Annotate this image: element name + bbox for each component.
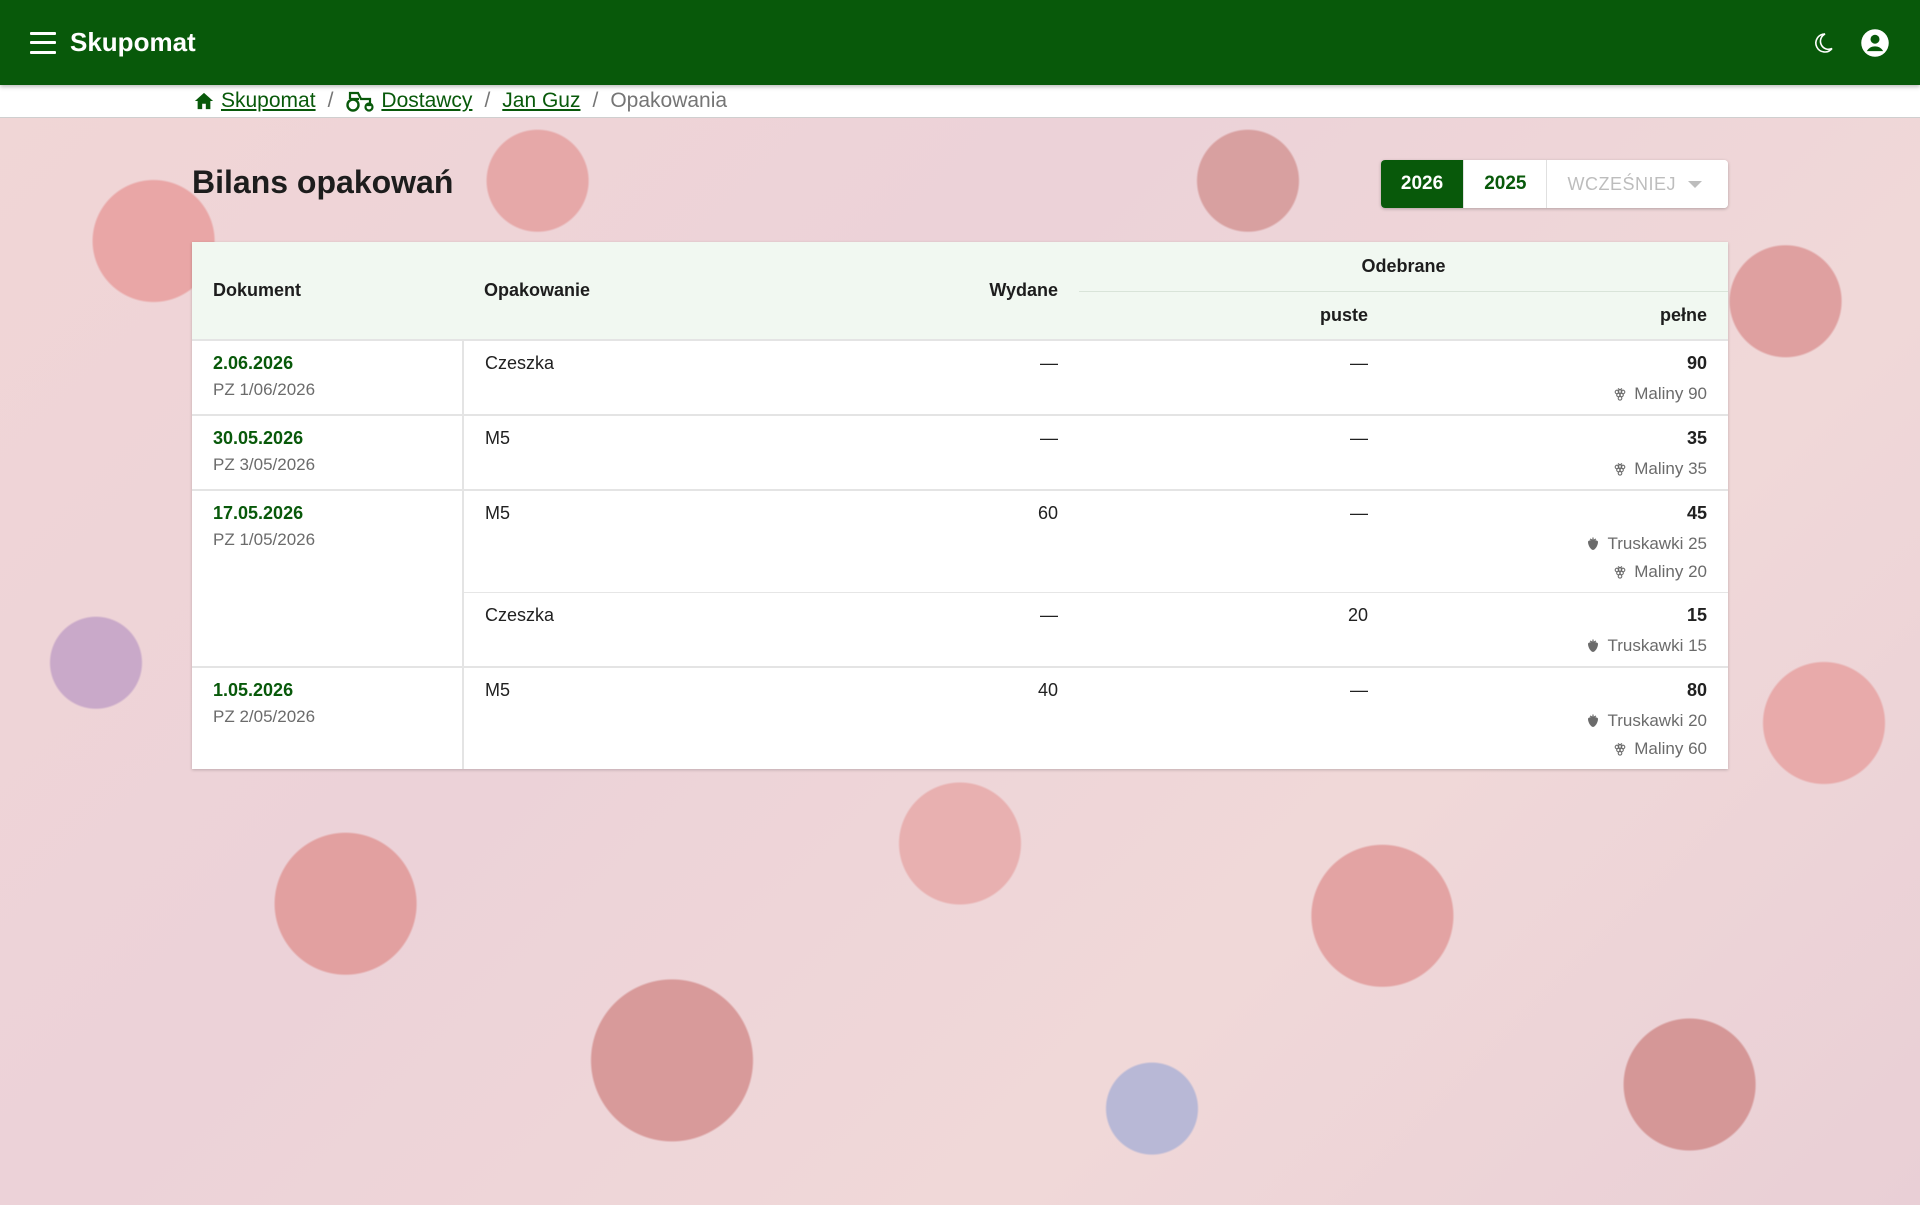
raspberry-icon bbox=[1612, 386, 1628, 402]
earlier-years-dropdown[interactable]: WCZEŚNIEJ bbox=[1547, 160, 1728, 208]
breadcrumb-separator: / bbox=[484, 89, 491, 112]
home-icon bbox=[194, 92, 214, 110]
packaging-cell: Czeszka bbox=[463, 592, 793, 667]
column-header-dokument: Dokument bbox=[192, 242, 463, 340]
fruit-breakdown: Truskawki 15 bbox=[1389, 636, 1707, 656]
full-returned-total: 35 bbox=[1686, 428, 1707, 448]
table-row: 1.05.2026 PZ 2/05/2026 M5 40— 80 Truskawk… bbox=[192, 666, 1728, 769]
packaging-table: Dokument Opakowanie Wydane Odebrane pust… bbox=[192, 242, 1728, 769]
full-returned-total: 80 bbox=[1686, 680, 1707, 700]
menu-icon[interactable] bbox=[30, 31, 56, 54]
table-row: 30.05.2026 PZ 3/05/2026 M5— — 35 Maliny 3… bbox=[192, 414, 1728, 490]
column-header-odebrane: Odebrane bbox=[1079, 242, 1728, 292]
raspberry-icon bbox=[1612, 741, 1628, 757]
fruit-breakdown-text: Truskawki 15 bbox=[1607, 636, 1707, 655]
document-cell: 1.05.2026 PZ 2/05/2026 bbox=[192, 666, 464, 769]
breadcrumb-dostawcy[interactable]: Dostawcy bbox=[345, 89, 472, 113]
document-number: PZ 2/05/2026 bbox=[213, 707, 316, 726]
full-returned-cell: 35 Maliny 35 bbox=[1389, 414, 1728, 490]
document-cell: 2.06.2026 PZ 1/06/2026 bbox=[192, 339, 464, 415]
full-returned-cell: 90 Maliny 90 bbox=[1389, 339, 1728, 415]
strawberry-icon bbox=[1585, 536, 1601, 552]
column-header-puste: puste bbox=[1079, 291, 1389, 340]
strawberry-icon bbox=[1585, 638, 1601, 654]
empty-returned-cell: — bbox=[1079, 666, 1389, 769]
fruit-breakdown: Maliny 60 bbox=[1389, 739, 1707, 759]
packaging-table-card: Dokument Opakowanie Wydane Odebrane pust… bbox=[192, 242, 1728, 769]
packaging-cell: Czeszka bbox=[463, 339, 793, 415]
packaging-cell: M5 bbox=[463, 489, 793, 593]
fruit-breakdown: Maliny 20 bbox=[1389, 562, 1707, 582]
breadcrumb-jan-guz[interactable]: Jan Guz bbox=[502, 89, 580, 113]
table-body: 2.06.2026 PZ 1/06/2026 Czeszka — — 90 Mali… bbox=[192, 339, 1728, 769]
column-header-opakowanie: Opakowanie bbox=[463, 242, 793, 340]
breadcrumb: Skupomat / Dostawcy / Jan Guz / Opakowan… bbox=[0, 85, 1920, 118]
document-cell: 17.05.2026 PZ 1/05/2026 bbox=[192, 489, 464, 667]
fruit-breakdown: Maliny 90 bbox=[1389, 384, 1707, 404]
breadcrumb-skupomat[interactable]: Skupomat bbox=[193, 89, 316, 113]
tractor-icon bbox=[346, 91, 375, 112]
issued-cell: — bbox=[793, 414, 1079, 490]
document-number: PZ 3/05/2026 bbox=[213, 455, 316, 474]
full-returned-total: 45 bbox=[1686, 503, 1707, 523]
document-date-link[interactable]: 30.05.2026 bbox=[213, 428, 462, 449]
document-cell: 30.05.2026 PZ 3/05/2026 bbox=[192, 414, 464, 490]
earlier-label: WCZEŚNIEJ bbox=[1567, 173, 1676, 194]
issued-cell: — bbox=[793, 592, 1079, 667]
breadcrumb-separator: / bbox=[592, 89, 599, 112]
table-row: 2.06.2026 PZ 1/06/2026 Czeszka — — 90 Mali… bbox=[192, 339, 1728, 415]
packaging-cell: M5 bbox=[463, 414, 793, 490]
issued-cell: 60 bbox=[793, 489, 1079, 593]
table-row: 17.05.2026 PZ 1/05/2026 M5 60— 45 Truskaw… bbox=[192, 489, 1728, 667]
page-title: Bilans opakowań bbox=[192, 164, 454, 200]
fruit-breakdown-text: Maliny 35 bbox=[1634, 459, 1707, 478]
full-returned-total: 15 bbox=[1686, 605, 1707, 625]
full-returned-cell: 80 Truskawki 20 Maliny 60 bbox=[1389, 666, 1728, 769]
breadcrumb-current: Opakowania bbox=[610, 89, 728, 112]
document-date-link[interactable]: 1.05.2026 bbox=[213, 680, 462, 701]
empty-returned-cell: 20 bbox=[1079, 592, 1389, 667]
caret-down-icon bbox=[1688, 180, 1702, 188]
issued-cell: 40 bbox=[793, 666, 1079, 769]
fruit-breakdown: Truskawki 20 bbox=[1389, 711, 1707, 731]
app-title: Skupomat bbox=[70, 27, 196, 57]
empty-returned-cell: — bbox=[1079, 414, 1389, 490]
document-date-link[interactable]: 17.05.2026 bbox=[213, 503, 462, 524]
breadcrumb-label: Skupomat bbox=[221, 89, 316, 112]
document-number: PZ 1/06/2026 bbox=[213, 380, 316, 399]
account-icon[interactable] bbox=[1860, 28, 1890, 58]
empty-returned-cell: — bbox=[1079, 489, 1389, 593]
issued-cell: — bbox=[793, 339, 1079, 415]
year-2026-button[interactable]: 2026 bbox=[1380, 160, 1465, 208]
document-number: PZ 1/05/2026 bbox=[213, 530, 316, 549]
dark-mode-toggle-icon[interactable] bbox=[1808, 28, 1838, 58]
year-selector: 2026 2025 WCZEŚNIEJ bbox=[1380, 160, 1728, 208]
document-date-link[interactable]: 2.06.2026 bbox=[213, 353, 462, 374]
fruit-breakdown-text: Maliny 20 bbox=[1634, 562, 1707, 581]
app-bar: Skupomat bbox=[0, 0, 1920, 85]
column-header-wydane: Wydane bbox=[793, 242, 1079, 340]
fruit-breakdown-text: Truskawki 25 bbox=[1607, 534, 1707, 553]
raspberry-icon bbox=[1612, 564, 1628, 580]
fruit-breakdown: Truskawki 25 bbox=[1389, 534, 1707, 554]
fruit-breakdown: Maliny 35 bbox=[1389, 459, 1707, 479]
fruit-breakdown-text: Truskawki 20 bbox=[1607, 711, 1707, 730]
breadcrumb-label: Dostawcy bbox=[381, 89, 473, 112]
packaging-cell: M5 bbox=[463, 666, 793, 769]
empty-returned-cell: — bbox=[1079, 339, 1389, 415]
full-returned-cell: 15 Truskawki 15 bbox=[1389, 592, 1728, 667]
fruit-breakdown-text: Maliny 60 bbox=[1634, 739, 1707, 758]
column-header-pelne: pełne bbox=[1389, 291, 1728, 340]
raspberry-icon bbox=[1612, 461, 1628, 477]
full-returned-cell: 45 Truskawki 25 Maliny 20 bbox=[1389, 489, 1728, 593]
fruit-breakdown-text: Maliny 90 bbox=[1634, 384, 1707, 403]
full-returned-total: 90 bbox=[1686, 353, 1707, 373]
breadcrumb-separator: / bbox=[327, 89, 334, 112]
year-2025-button[interactable]: 2025 bbox=[1464, 160, 1548, 208]
strawberry-icon bbox=[1585, 713, 1601, 729]
